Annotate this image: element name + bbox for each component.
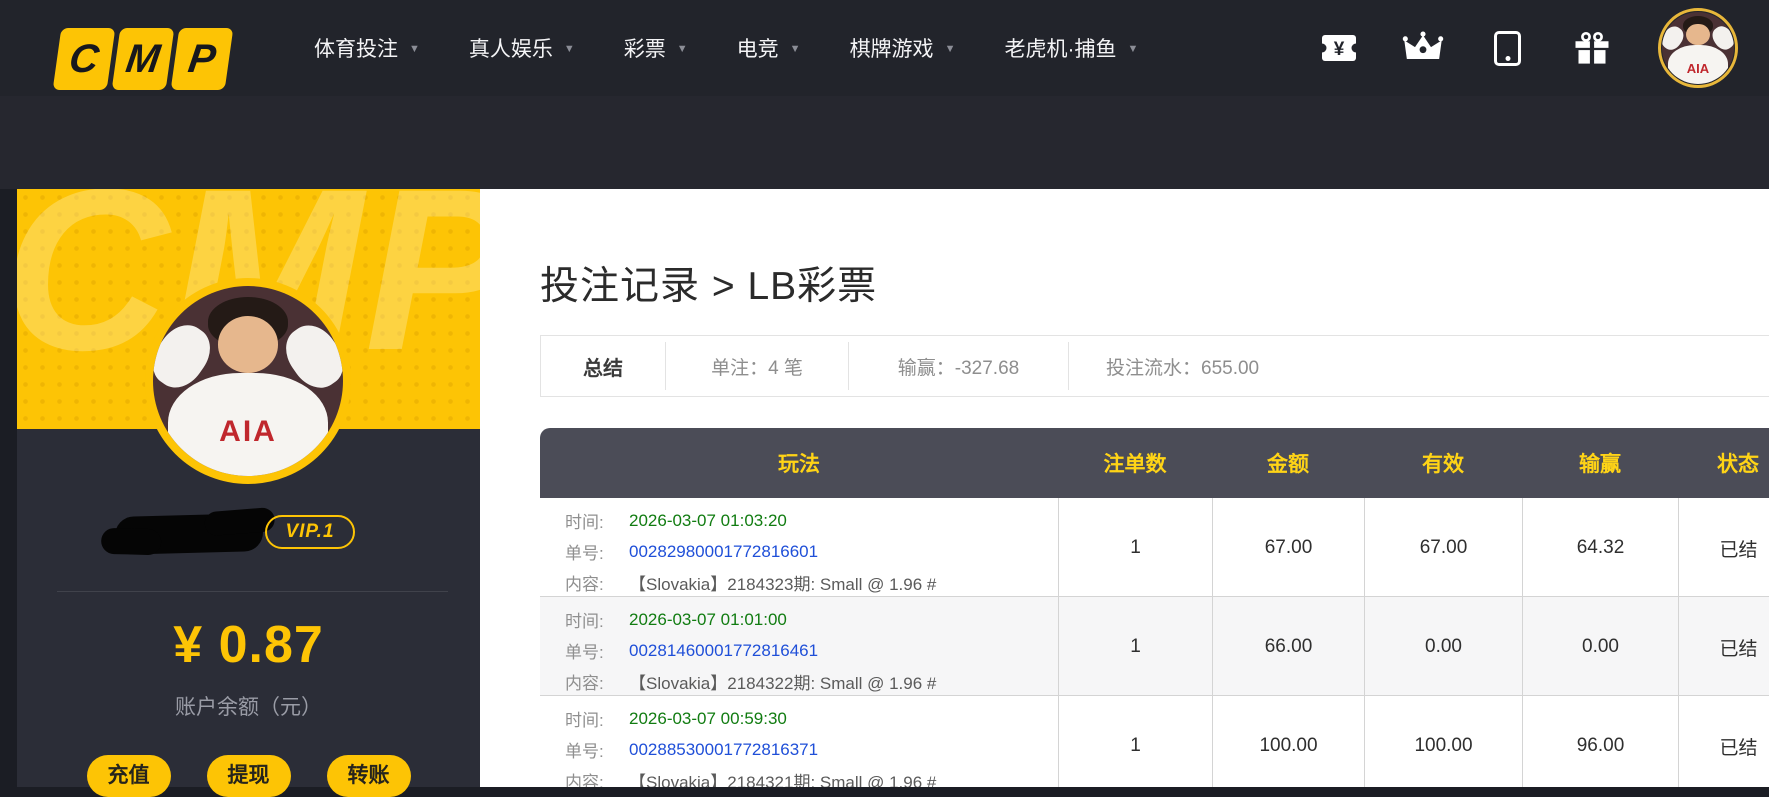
status-cell: 已结 <box>1678 498 1769 598</box>
table-row: 时间:2026-03-07 00:59:30 单号:00288530001772… <box>540 696 1769 787</box>
time-label: 时间: <box>565 508 629 533</box>
tablet-icon[interactable] <box>1494 0 1521 96</box>
bet-content: 【Slovakia】2184322期: Small @ 1.96 # <box>629 669 936 694</box>
coupon-icon[interactable]: ¥ <box>1320 0 1358 96</box>
main-menu: 体育投注 ▼ 真人娱乐 ▼ 彩票 ▼ 电竞 ▼ 棋牌游戏 ▼ 老虎机·捕鱼 ▼ <box>314 0 1138 96</box>
time-label: 时间: <box>565 607 629 632</box>
menu-item-lottery[interactable]: 彩票 ▼ <box>624 33 688 63</box>
col-playtype: 玩法 <box>540 448 1058 478</box>
winloss-cell: 96.00 <box>1522 696 1678 787</box>
chevron-down-icon: ▼ <box>677 41 688 55</box>
bet-detail-cell: 时间:2026-03-07 01:01:00 单号:00281460001772… <box>540 597 1058 697</box>
summary-title: 总结 <box>583 352 623 381</box>
logo-letter-box: C <box>53 28 116 90</box>
bet-time: 2026-03-07 01:03:20 <box>629 511 787 531</box>
wallet-buttons: 充值 提现 转账 <box>17 755 480 797</box>
menu-item-live-casino[interactable]: 真人娱乐 ▼ <box>469 33 575 63</box>
order-label: 单号: <box>565 638 629 663</box>
bet-time: 2026-03-07 01:01:00 <box>629 610 787 630</box>
order-number-link[interactable]: 00282980001772816601 <box>629 542 818 562</box>
bet-records-table: 玩法 注单数 金额 有效 输赢 状态 时间:2026-03-07 01:03:2… <box>540 428 1769 787</box>
order-label: 单号: <box>565 737 629 762</box>
bet-count-cell: 1 <box>1058 498 1212 598</box>
withdraw-button[interactable]: 提现 <box>207 755 291 797</box>
redacted-username <box>115 513 264 555</box>
logo-letter-box: P <box>171 28 234 90</box>
valid-amount-cell: 67.00 <box>1364 498 1522 598</box>
bet-detail-cell: 时间:2026-03-07 00:59:30 单号:00288530001772… <box>540 696 1058 787</box>
bet-content: 【Slovakia】2184323期: Small @ 1.96 # <box>629 570 936 595</box>
chevron-down-icon: ▼ <box>409 41 420 55</box>
user-row: VIP.1 <box>17 507 480 563</box>
col-bet-count: 注单数 <box>1058 448 1212 478</box>
svg-text:¥: ¥ <box>1334 39 1345 60</box>
valid-amount-cell: 100.00 <box>1364 696 1522 787</box>
summary-winloss: 输赢：-327.68 <box>898 353 1019 380</box>
menu-item-board-games[interactable]: 棋牌游戏 ▼ <box>850 33 956 63</box>
crown-icon[interactable] <box>1402 0 1444 96</box>
content-label: 内容: <box>565 768 629 787</box>
bet-time: 2026-03-07 00:59:30 <box>629 709 787 729</box>
table-body: 时间:2026-03-07 01:03:20 单号:00282980001772… <box>540 498 1769 787</box>
amount-cell: 66.00 <box>1212 597 1364 697</box>
chevron-down-icon: ▼ <box>945 41 956 55</box>
account-balance: ¥ 0.87 <box>17 615 480 675</box>
menu-item-slots-fishing[interactable]: 老虎机·捕鱼 ▼ <box>1004 33 1138 63</box>
breadcrumb: 投注记录 > LB彩票 <box>540 255 877 311</box>
chevron-down-icon: ▼ <box>790 41 801 55</box>
col-winloss: 输赢 <box>1522 448 1678 478</box>
summary-bet-count: 单注：4 笔 <box>711 353 803 380</box>
bet-detail-cell: 时间:2026-03-07 01:03:20 单号:00282980001772… <box>540 498 1058 598</box>
profile-avatar[interactable]: AIA <box>145 278 351 484</box>
main-panel: 投注记录 > LB彩票 总结 单注：4 笔 输赢：-327.68 投注流水：65… <box>480 189 1769 787</box>
time-label: 时间: <box>565 706 629 731</box>
col-valid: 有效 <box>1364 448 1522 478</box>
hero-band <box>0 96 1769 189</box>
amount-cell: 100.00 <box>1212 696 1364 787</box>
order-number-link[interactable]: 00281460001772816461 <box>629 641 818 661</box>
valid-amount-cell: 0.00 <box>1364 597 1522 697</box>
status-cell: 已结 <box>1678 597 1769 697</box>
summary-turnover: 投注流水：655.00 <box>1106 353 1259 380</box>
cmp-logo[interactable]: C M P <box>57 28 229 90</box>
summary-bar: 总结 单注：4 笔 输赢：-327.68 投注流水：655.00 <box>540 335 1769 397</box>
order-number-link[interactable]: 00288530001772816371 <box>629 740 818 760</box>
bet-count-cell: 1 <box>1058 696 1212 787</box>
winloss-cell: 64.32 <box>1522 498 1678 598</box>
col-status: 状态 <box>1678 448 1769 478</box>
vip-badge: VIP.1 <box>265 515 355 549</box>
logo-letter-box: M <box>112 28 175 90</box>
account-balance-label: 账户余额（元） <box>17 691 480 721</box>
deposit-button[interactable]: 充值 <box>87 755 171 797</box>
table-row: 时间:2026-03-07 01:03:20 单号:00282980001772… <box>540 498 1769 597</box>
profile-sidebar: CMP AIA VIP.1 ¥ 0.87 账户余额（元） 充值 提现 转账 <box>17 189 480 787</box>
gift-icon[interactable] <box>1574 0 1610 96</box>
status-cell: 已结 <box>1678 696 1769 787</box>
menu-item-esports[interactable]: 电竞 ▼ <box>737 33 801 63</box>
menu-item-sports[interactable]: 体育投注 ▼ <box>314 33 420 63</box>
content-label: 内容: <box>565 669 629 694</box>
order-label: 单号: <box>565 539 629 564</box>
amount-cell: 67.00 <box>1212 498 1364 598</box>
bet-content: 【Slovakia】2184321期: Small @ 1.96 # <box>629 768 936 787</box>
transfer-button[interactable]: 转账 <box>327 755 411 797</box>
bet-count-cell: 1 <box>1058 597 1212 697</box>
col-amount: 金额 <box>1212 448 1364 478</box>
content-label: 内容: <box>565 570 629 595</box>
table-row: 时间:2026-03-07 01:01:00 单号:00281460001772… <box>540 597 1769 696</box>
top-navbar: C M P 体育投注 ▼ 真人娱乐 ▼ 彩票 ▼ 电竞 ▼ 棋牌游戏 ▼ 老虎机… <box>0 0 1769 96</box>
divider <box>57 591 448 592</box>
table-header: 玩法 注单数 金额 有效 输赢 状态 <box>540 428 1769 498</box>
user-avatar[interactable]: AIA <box>1658 8 1738 88</box>
winloss-cell: 0.00 <box>1522 597 1678 697</box>
chevron-down-icon: ▼ <box>564 41 575 55</box>
chevron-down-icon: ▼ <box>1127 41 1138 55</box>
